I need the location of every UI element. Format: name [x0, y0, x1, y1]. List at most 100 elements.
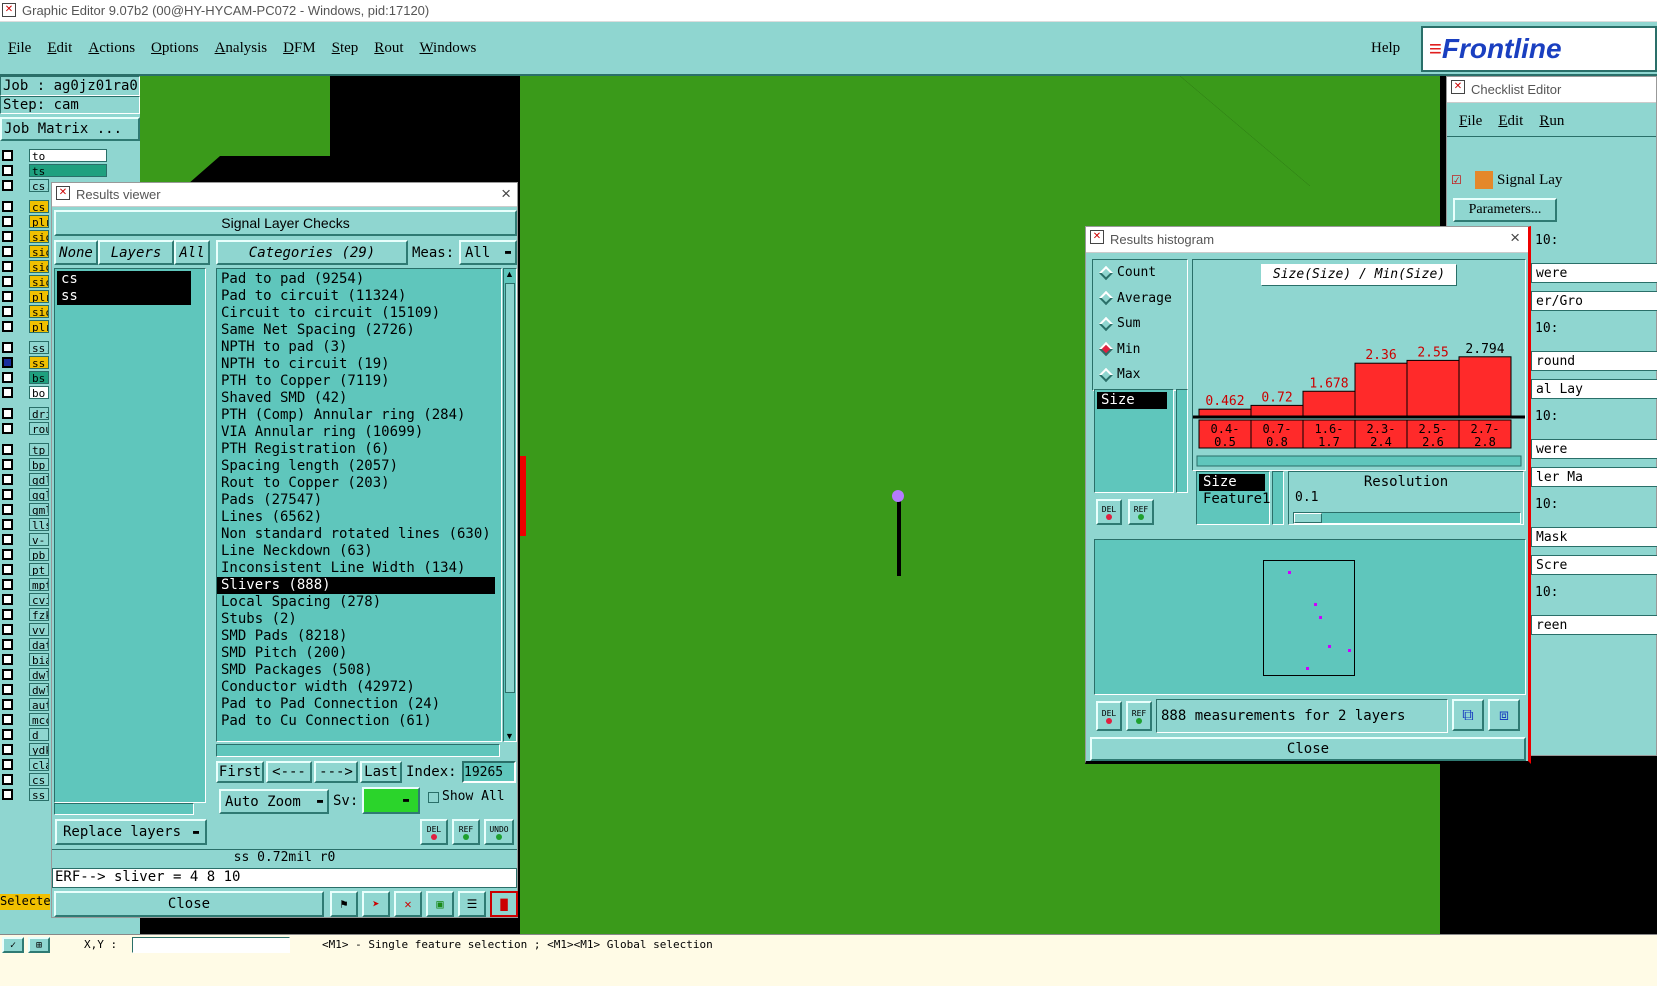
report-icon[interactable]: ☰: [458, 891, 486, 917]
layer-checkbox[interactable]: [2, 387, 13, 398]
layer-checkbox[interactable]: [2, 624, 13, 635]
auto-zoom-dropdown[interactable]: Auto Zoom ▬: [219, 789, 329, 814]
undo-button[interactable]: UNDO: [484, 819, 514, 845]
show-all-checkbox[interactable]: [428, 792, 439, 803]
export-icon[interactable]: ➤: [362, 891, 390, 917]
histogram-bar[interactable]: [1250, 404, 1304, 417]
category-item[interactable]: NPTH to pad (3): [217, 339, 501, 356]
checklist-side-entry[interactable]: 10:: [1531, 583, 1657, 607]
category-item[interactable]: VIA Annular ring (10699): [217, 424, 501, 441]
histogram-list-item[interactable]: Size: [1097, 392, 1167, 409]
layers-hscroll[interactable]: [54, 803, 194, 815]
none-button[interactable]: None: [54, 240, 98, 265]
category-item[interactable]: Pad to circuit (11324): [217, 288, 501, 305]
checklist-side-entry[interactable]: 10:: [1531, 495, 1657, 519]
layer-checkbox[interactable]: [2, 504, 13, 515]
delete-icon[interactable]: ✕: [394, 891, 422, 917]
attr-vscroll[interactable]: [1272, 471, 1284, 525]
layer-checkbox[interactable]: [2, 342, 13, 353]
categories-listbox[interactable]: Pad to pad (9254) Pad to circuit (11324) C…: [216, 268, 502, 742]
histogram-icon[interactable]: ▇: [490, 891, 518, 917]
categories-vscroll[interactable]: ▲ ▼: [503, 268, 517, 742]
layer-checkbox[interactable]: [2, 639, 13, 650]
category-item[interactable]: Slivers (888): [217, 577, 495, 594]
category-item[interactable]: SMD Pitch (200): [217, 645, 501, 662]
checklist-side-entry[interactable]: were: [1531, 439, 1657, 459]
result-layer-item[interactable]: cs: [57, 271, 191, 288]
layer-checkbox[interactable]: [2, 306, 13, 317]
category-item[interactable]: Pad to pad (9254): [217, 271, 501, 288]
checklist-side-entry[interactable]: Mask: [1531, 527, 1657, 547]
checklist-side-entry[interactable]: ler Ma: [1531, 467, 1657, 487]
category-item[interactable]: Line Neckdown (63): [217, 543, 501, 560]
layer-checkbox[interactable]: [2, 654, 13, 665]
histogram-bar[interactable]: [1198, 408, 1252, 417]
layer-checkbox[interactable]: [2, 444, 13, 455]
prev-button[interactable]: <---: [266, 761, 312, 783]
histogram-list-vscroll[interactable]: [1176, 389, 1188, 493]
histogram-bar[interactable]: [1406, 359, 1460, 417]
category-item[interactable]: PTH Registration (6): [217, 441, 501, 458]
checklist-menu-edit[interactable]: Edit: [1498, 113, 1523, 136]
mode-max-radio[interactable]: Max: [1093, 362, 1187, 388]
hist-ref-button[interactable]: REF: [1128, 499, 1154, 525]
flag-icon[interactable]: ⚑: [330, 891, 358, 917]
category-item[interactable]: SMD Packages (508): [217, 662, 501, 679]
ref-button[interactable]: REF: [452, 819, 480, 845]
layer-row[interactable]: to: [0, 148, 140, 163]
layer-checkbox[interactable]: [2, 261, 13, 272]
category-item[interactable]: NPTH to circuit (19): [217, 356, 501, 373]
layer-checkbox[interactable]: [2, 759, 13, 770]
xy-field[interactable]: [132, 937, 290, 953]
layer-checkbox[interactable]: [2, 489, 13, 500]
menu-edit[interactable]: Edit: [47, 40, 72, 57]
result-layer-item[interactable]: ss: [57, 288, 191, 305]
layer-checkbox[interactable]: [2, 408, 13, 419]
checklist-side-entry[interactable]: 10:: [1531, 231, 1657, 255]
checklist-side-entry[interactable]: al Lay: [1531, 379, 1657, 399]
histogram-bar[interactable]: [1354, 362, 1408, 417]
close-icon[interactable]: ×: [1510, 228, 1520, 248]
layer-checkbox[interactable]: [2, 774, 13, 785]
histogram-bar[interactable]: [1302, 390, 1356, 417]
layer-checkbox[interactable]: [2, 321, 13, 332]
checklist-side-entry[interactable]: 10:: [1531, 319, 1657, 343]
layers-button[interactable]: Layers: [98, 240, 174, 265]
checklist-menu-file[interactable]: File: [1459, 113, 1482, 136]
all-button[interactable]: All: [174, 240, 210, 265]
layer-row[interactable]: ts: [0, 163, 140, 178]
checklist-side-entry[interactable]: reen: [1531, 615, 1657, 635]
replace-layers-dropdown[interactable]: Replace layers ▬: [55, 819, 207, 845]
mode-average-radio[interactable]: Average: [1093, 286, 1187, 312]
category-item[interactable]: PTH (Comp) Annular ring (284): [217, 407, 501, 424]
zoom-in-icon[interactable]: ⧉: [1452, 699, 1484, 731]
next-button[interactable]: --->: [314, 761, 358, 783]
layers-vscroll[interactable]: [206, 268, 210, 803]
compare-icon[interactable]: ▣: [426, 891, 454, 917]
sv-color-dropdown[interactable]: ▬: [362, 787, 420, 814]
histogram-listbox[interactable]: Size: [1094, 389, 1174, 493]
layer-checkbox[interactable]: [2, 216, 13, 227]
hist-del-button[interactable]: DEL: [1096, 499, 1122, 525]
layer-checkbox[interactable]: [2, 789, 13, 800]
select-icon[interactable]: ✓: [2, 937, 24, 953]
job-matrix-button[interactable]: Job Matrix ...: [0, 117, 140, 141]
category-item[interactable]: Spacing length (2057): [217, 458, 501, 475]
layer-checkbox[interactable]: [2, 357, 13, 368]
menu-analysis[interactable]: Analysis: [215, 40, 268, 57]
preview-ref-button[interactable]: REF: [1126, 701, 1152, 731]
layers-listbox[interactable]: cs ss: [54, 268, 206, 803]
layer-checkbox[interactable]: [2, 291, 13, 302]
layer-checkbox[interactable]: [2, 150, 13, 161]
layer-checkbox[interactable]: [2, 276, 13, 287]
help-menu[interactable]: Help: [1371, 40, 1400, 57]
layer-checkbox[interactable]: [2, 534, 13, 545]
checklist-side-entry[interactable]: round: [1531, 351, 1657, 371]
checklist-menu-run[interactable]: Run: [1539, 113, 1564, 136]
menu-actions[interactable]: Actions: [88, 40, 135, 57]
del-button[interactable]: DEL: [420, 819, 448, 845]
last-button[interactable]: Last: [360, 761, 402, 783]
parameters-button[interactable]: Parameters...: [1453, 198, 1557, 222]
category-item[interactable]: Rout to Copper (203): [217, 475, 501, 492]
categories-button[interactable]: Categories (29): [216, 240, 408, 265]
